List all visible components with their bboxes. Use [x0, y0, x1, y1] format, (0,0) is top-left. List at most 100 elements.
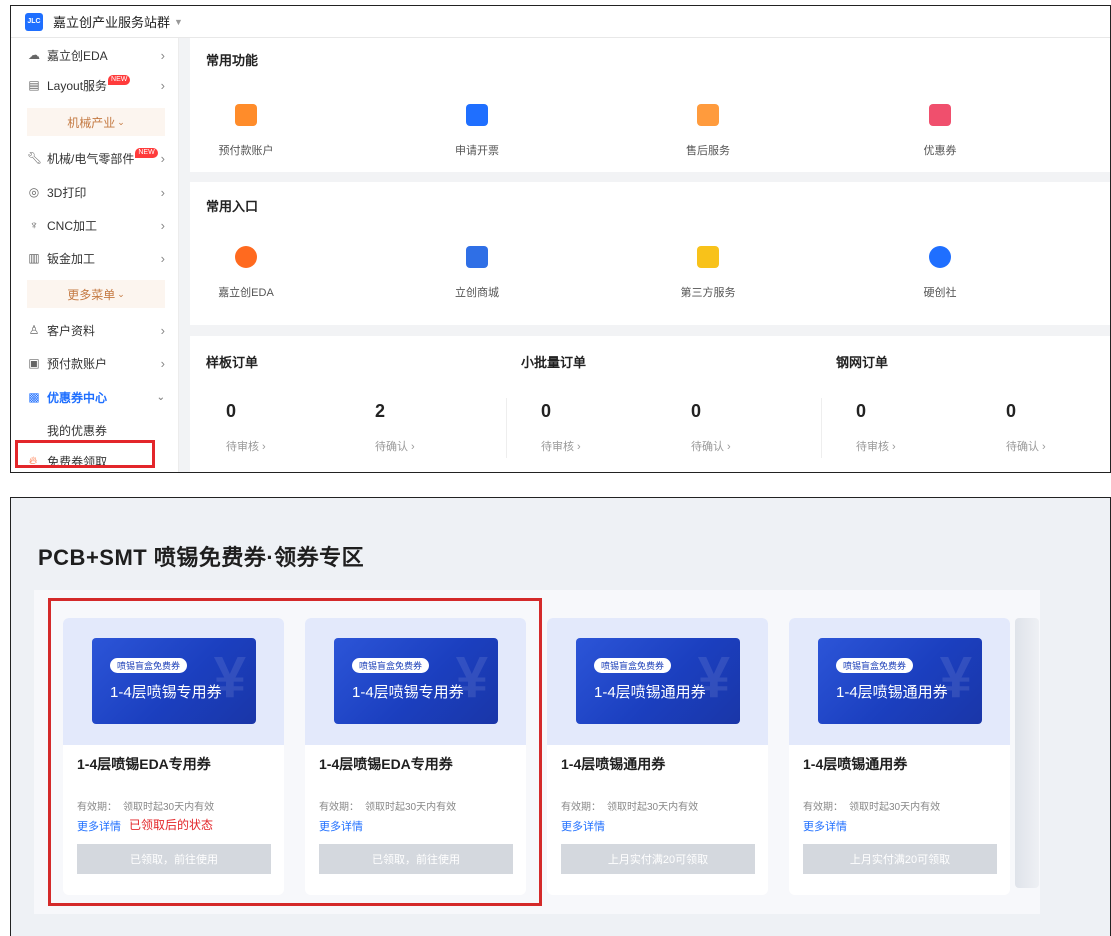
coupon-card-header: ¥ 喷锡盲盒免费券 1-4层喷锡通用券: [789, 618, 1010, 745]
divider: [506, 398, 507, 458]
order-count[interactable]: 0: [541, 401, 551, 422]
chevron-right-icon: ›: [160, 47, 165, 63]
mall-icon: [466, 246, 488, 268]
highlight-box: [48, 598, 542, 906]
coupon-card: ¥ 喷锡盲盒免费券 1-4层喷锡通用券 1-4层喷锡通用券 有效期： 领取时起30…: [547, 618, 768, 895]
entry-mall[interactable]: 立创商城: [417, 246, 537, 300]
user-icon: ♙: [28, 323, 40, 337]
wallet-icon: ▣: [28, 356, 40, 370]
func-label: 售后服务: [686, 145, 730, 157]
order-title-sample: 样板订单: [206, 355, 259, 370]
sidebar-item-label: 预付款账户: [47, 356, 108, 371]
sidebar-item-label: 钣金加工: [47, 251, 96, 266]
order-count[interactable]: 2: [375, 401, 385, 422]
coupon-validity: 有效期： 领取时起30天内有效: [803, 798, 940, 813]
entry-label: 立创商城: [455, 287, 499, 299]
section-heading: 常用入口: [206, 199, 259, 214]
func-prepaid[interactable]: 预付款账户: [186, 104, 306, 158]
pending-confirm-link[interactable]: 待确认 ›: [691, 438, 731, 454]
order-count[interactable]: 0: [691, 401, 701, 422]
highlight-box: [15, 440, 155, 468]
wrench-icon: 🔧︎: [27, 151, 43, 165]
coupon-tag: 喷锡盲盒免费券: [594, 658, 672, 673]
chevron-down-icon[interactable]: ▼: [174, 17, 183, 27]
top-screenshot: JLC 嘉立创产业服务站群 ▼ ☁ 嘉立创EDA › ▤ Layout服务 NE…: [10, 5, 1111, 473]
sidebar-item-label: Layout服务: [47, 78, 108, 93]
claim-button[interactable]: 上月实付满20可领取: [561, 844, 755, 874]
chevron-down-icon: ⌄: [117, 116, 125, 127]
entry-label: 第三方服务: [680, 287, 736, 299]
pending-review-link[interactable]: 待审核 ›: [856, 438, 896, 454]
community-icon: [929, 246, 951, 268]
func-invoice[interactable]: 申请开票: [417, 104, 537, 158]
sidebar-item-3d-print[interactable]: ◎ 3D打印 ›: [11, 175, 179, 209]
sidebar-item-customer[interactable]: ♙ 客户资料 ›: [11, 313, 179, 347]
coupon-icon: [929, 104, 951, 126]
coupon-ticket-name: 1-4层喷锡通用券: [836, 684, 948, 701]
nav-group-mechanical[interactable]: 机械产业 ⌄: [27, 108, 165, 136]
func-label: 申请开票: [455, 145, 499, 157]
order-count[interactable]: 0: [226, 401, 236, 422]
nav-group-more[interactable]: 更多菜单 ⌄: [27, 280, 165, 308]
coupon-icon: ▩: [28, 390, 40, 404]
pending-confirm-link[interactable]: 待确认 ›: [375, 438, 415, 454]
pending-review-link[interactable]: 待审核 ›: [226, 438, 266, 454]
sidebar-item-layout[interactable]: ▤ Layout服务 NEW ›: [11, 68, 179, 102]
sidebar-item-coupon-center[interactable]: ▩ 优惠券中心 ⌄: [11, 380, 179, 414]
sidebar-item-label: 客户资料: [47, 323, 96, 338]
func-label: 优惠券: [923, 145, 957, 157]
orders-panel: 样板订单 小批量订单 钢网订单 0 2 0 0 0 0 待审核 › 待确认 › …: [190, 336, 1110, 472]
common-functions-panel: 常用功能 预付款账户 申请开票 售后服务 优惠券: [190, 38, 1110, 172]
sidebar: ☁ 嘉立创EDA › ▤ Layout服务 NEW › 机械产业 ⌄ 🔧︎ 机械…: [11, 38, 179, 472]
after-sales-icon: [697, 104, 719, 126]
sidebar-item-sheet-metal[interactable]: ▥ 钣金加工 ›: [11, 241, 179, 275]
func-coupon[interactable]: 优惠券: [880, 104, 1000, 158]
order-title-stencil: 钢网订单: [836, 355, 889, 370]
order-count[interactable]: 0: [856, 401, 866, 422]
more-details-link[interactable]: 更多详情: [803, 818, 847, 834]
validity-value: 领取时起30天内有效: [849, 802, 941, 813]
pending-confirm-link[interactable]: 待确认 ›: [1006, 438, 1046, 454]
more-details-link[interactable]: 更多详情: [561, 818, 605, 834]
sidebar-item-cnc[interactable]: ♆ CNC加工 ›: [11, 208, 179, 242]
sidebar-item-prepaid[interactable]: ▣ 预付款账户 ›: [11, 346, 179, 380]
chevron-right-icon: ›: [160, 355, 165, 371]
sidebar-item-eda[interactable]: ☁ 嘉立创EDA ›: [11, 38, 179, 72]
section-heading: 常用功能: [206, 53, 259, 68]
sidebar-item-label: 嘉立创EDA: [47, 48, 108, 63]
sidebar-item-label: 3D打印: [47, 185, 87, 200]
entry-eda[interactable]: 嘉立创EDA: [186, 246, 306, 300]
cloud-icon: ☁: [28, 48, 40, 62]
order-title-small-batch: 小批量订单: [521, 355, 587, 370]
chevron-right-icon: ›: [160, 184, 165, 200]
app-logo: JLC: [25, 12, 43, 31]
top-bar: JLC 嘉立创产业服务站群 ▼: [11, 6, 1110, 38]
coupon-validity: 有效期： 领取时起30天内有效: [561, 798, 698, 813]
validity-value: 领取时起30天内有效: [607, 802, 699, 813]
sidebar-item-label: CNC加工: [47, 218, 97, 233]
func-after-sales[interactable]: 售后服务: [648, 104, 768, 158]
entry-third-party[interactable]: 第三方服务: [648, 246, 768, 300]
validity-label: 有效期：: [561, 802, 601, 813]
coupon-ticket: ¥ 喷锡盲盒免费券 1-4层喷锡通用券: [576, 638, 740, 724]
new-badge: NEW: [135, 148, 158, 158]
wallet-icon: [235, 104, 257, 126]
sidebar-item-mech-parts[interactable]: 🔧︎ 机械/电气零部件 NEW ›: [11, 141, 179, 175]
claim-button[interactable]: 上月实付满20可领取: [803, 844, 997, 874]
coupon-tag: 喷锡盲盒免费券: [836, 658, 914, 673]
validity-label: 有效期：: [803, 802, 843, 813]
grid-icon: [697, 246, 719, 268]
sheet-metal-icon: ▥: [28, 251, 40, 265]
chevron-right-icon: ›: [160, 77, 165, 93]
layout-icon: ▤: [28, 78, 40, 92]
chevron-right-icon: ›: [160, 150, 165, 166]
sidebar-item-label: 优惠券中心: [47, 390, 108, 405]
decoration: [1015, 618, 1039, 888]
order-count[interactable]: 0: [1006, 401, 1016, 422]
pending-review-link[interactable]: 待审核 ›: [541, 438, 581, 454]
sidebar-subitem-label: 我的优惠券: [47, 423, 108, 438]
app-title[interactable]: 嘉立创产业服务站群: [53, 12, 170, 31]
coupon-ticket-name: 1-4层喷锡通用券: [594, 684, 706, 701]
entry-hardware-community[interactable]: 硬创社: [880, 246, 1000, 300]
printer3d-icon: ◎: [28, 185, 40, 199]
